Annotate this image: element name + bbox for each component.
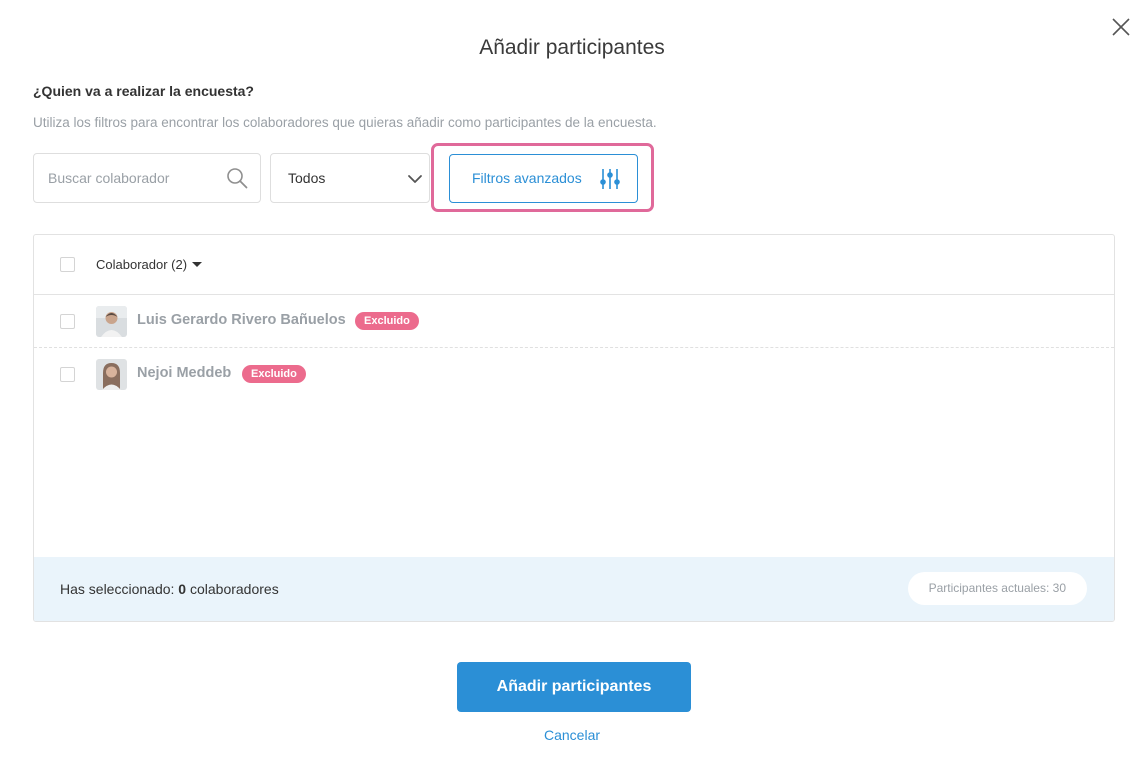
row-checkbox[interactable] [60,314,75,329]
selected-count: 0 [178,581,187,597]
sliders-icon [600,169,620,189]
add-participants-button[interactable]: Añadir participantes [457,662,691,712]
table-header: Colaborador (2) [34,235,1114,295]
select-value: Todos [288,170,326,186]
table-row[interactable]: Luis Gerardo Rivero Bañuelos Excluido [34,295,1114,348]
column-header-collaborator[interactable]: Colaborador (2) [96,257,203,272]
table-row[interactable]: Nejoi Meddeb Excluido [34,348,1114,401]
search-icon[interactable] [226,167,248,189]
advanced-filters-label: Filtros avanzados [472,170,582,186]
collaborators-table: Colaborador (2) Luis Gerardo Rivero Bañu… [33,234,1115,622]
helper-text: Utiliza los filtros para encontrar los c… [33,115,657,130]
chevron-down-icon [408,175,422,183]
close-icon [1112,18,1130,36]
select-all-checkbox[interactable] [60,257,75,272]
advanced-filters-button[interactable]: Filtros avanzados [449,154,638,203]
avatar [96,306,127,337]
collaborator-name: Nejoi Meddeb [137,365,232,381]
search-input[interactable] [48,154,218,202]
caret-down-icon [192,262,203,267]
selection-summary-bar: Has seleccionado: 0 colaboradores Partic… [34,557,1114,621]
status-badge: Excluido [355,312,419,330]
column-header-label: Colaborador (2) [96,257,188,272]
row-checkbox[interactable] [60,367,75,382]
modal-title: Añadir participantes [479,36,665,59]
collaborator-filter-select[interactable]: Todos [270,153,430,203]
status-badge: Excluido [242,365,306,383]
current-participants-pill: Participantes actuales: 30 [907,572,1087,605]
search-field[interactable] [33,153,261,203]
close-button[interactable] [1110,16,1132,38]
question-heading: ¿Quien va a realizar la encuesta? [33,83,254,99]
collaborator-name: Luis Gerardo Rivero Bañuelos [137,312,346,328]
cancel-link[interactable]: Cancelar [0,727,1144,743]
selection-count-text: Has seleccionado: 0 colaboradores [60,581,279,597]
avatar [96,359,127,390]
